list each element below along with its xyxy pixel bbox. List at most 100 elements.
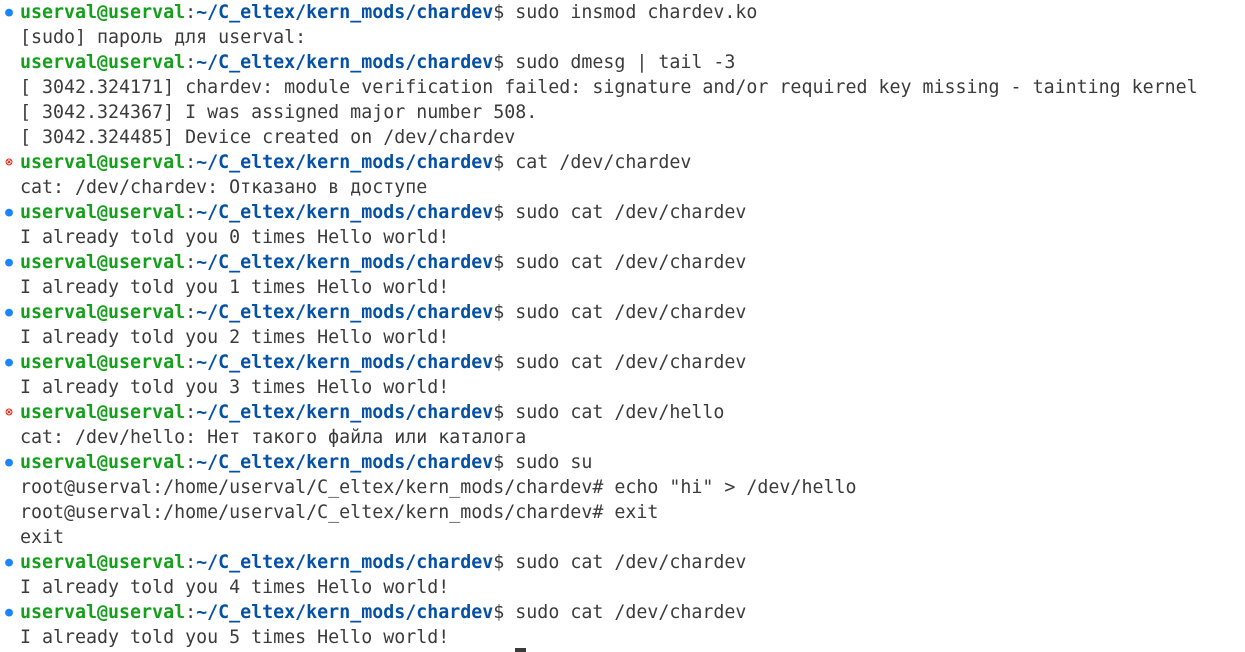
command-success-icon[interactable]: ● [2, 300, 16, 325]
prompt-path: ~/C_eltex/kern_mods/chardev [196, 402, 494, 423]
prompt-path: ~/C_eltex/kern_mods/chardev [196, 452, 494, 473]
prompt-line: ● userval@userval:~/C_eltex/kern_mods/cha… [0, 200, 1245, 225]
prompt-separator: : [185, 252, 197, 273]
prompt-separator: : [185, 52, 197, 73]
output-line: exit [0, 525, 1245, 550]
prompt-separator: : [185, 552, 197, 573]
prompt-separator: : [185, 602, 197, 623]
prompt-dollar: $ [493, 452, 516, 473]
output-line: I already told you 3 times Hello world! [0, 375, 1245, 400]
prompt-separator: : [185, 152, 197, 173]
prompt-user-host: userval@userval [20, 452, 186, 473]
prompt-user-host: userval@userval [20, 302, 186, 323]
command-text: cat /dev/chardev [515, 152, 692, 173]
prompt-dollar: $ [493, 602, 516, 623]
command-text: sudo cat /dev/chardev [515, 202, 747, 223]
command-text: sudo cat /dev/chardev [515, 602, 747, 623]
prompt-dollar: $ [493, 152, 516, 173]
prompt-dollar: $ [493, 552, 516, 573]
prompt-line: ● userval@userval:~/C_eltex/kern_mods/cha… [0, 250, 1245, 275]
prompt-dollar: $ [493, 52, 516, 73]
prompt-user-host: userval@userval [20, 552, 186, 573]
output-text: I already told you 1 times Hello world! [20, 277, 450, 298]
output-text: [ 3042.324485] Device created on /dev/ch… [20, 127, 516, 148]
command-text: sudo cat /dev/hello [515, 402, 725, 423]
prompt-dollar: $ [493, 202, 516, 223]
output-line: I already told you 0 times Hello world! [0, 225, 1245, 250]
output-line: I already told you 2 times Hello world! [0, 325, 1245, 350]
output-line: [ 3042.324367] I was assigned major numb… [0, 100, 1245, 125]
command-success-icon[interactable]: ● [2, 450, 16, 475]
prompt-dollar: $ [493, 2, 516, 23]
prompt-line: userval@userval:~/C_eltex/kern_mods/char… [0, 50, 1245, 75]
prompt-separator: : [185, 302, 197, 323]
prompt-line: ● userval@userval:~/C_eltex/kern_mods/cha… [0, 0, 1245, 25]
prompt-dollar: $ [493, 402, 516, 423]
command-text: sudo insmod chardev.ko [515, 2, 758, 23]
command-error-icon[interactable]: ⊗ [2, 150, 16, 175]
output-text: I already told you 4 times Hello world! [20, 577, 450, 598]
command-success-icon[interactable]: ● [2, 350, 16, 375]
prompt-dollar: $ [493, 352, 516, 373]
output-text: cat: /dev/hello: Нет такого файла или ка… [20, 427, 527, 448]
output-line: cat: /dev/hello: Нет такого файла или ка… [0, 425, 1245, 450]
output-line: cat: /dev/chardev: Отказано в доступе [0, 175, 1245, 200]
prompt-user-host: userval@userval [20, 152, 186, 173]
output-text: I already told you 0 times Hello world! [20, 227, 450, 248]
output-text: [ 3042.324367] I was assigned major numb… [20, 102, 538, 123]
prompt-separator: : [185, 2, 197, 23]
prompt-path: ~/C_eltex/kern_mods/chardev [196, 152, 494, 173]
prompt-path: ~/C_eltex/kern_mods/chardev [196, 602, 494, 623]
prompt-path: ~/C_eltex/kern_mods/chardev [196, 302, 494, 323]
prompt-line: ● userval@userval:~/C_eltex/kern_mods/cha… [0, 450, 1245, 475]
command-text: sudo cat /dev/chardev [515, 352, 747, 373]
prompt-line: ● userval@userval:~/C_eltex/kern_mods/cha… [0, 550, 1245, 575]
output-line: [ 3042.324485] Device created on /dev/ch… [0, 125, 1245, 150]
command-success-icon[interactable]: ● [2, 0, 16, 25]
prompt-separator: : [185, 352, 197, 373]
output-text: [ 3042.324171] chardev: module verificat… [20, 77, 1198, 98]
output-line: [sudo] пароль для userval: [0, 25, 1245, 50]
prompt-user-host: userval@userval [20, 402, 186, 423]
prompt-path: ~/C_eltex/kern_mods/chardev [196, 2, 494, 23]
prompt-user-host: userval@userval [20, 602, 186, 623]
prompt-line: ● userval@userval:~/C_eltex/kern_mods/cha… [0, 300, 1245, 325]
prompt-path: ~/C_eltex/kern_mods/chardev [196, 552, 494, 573]
command-success-icon[interactable]: ● [2, 200, 16, 225]
prompt-user-host: userval@userval [20, 2, 186, 23]
output-line: I already told you 4 times Hello world! [0, 575, 1245, 600]
prompt-user-host: userval@userval [20, 52, 186, 73]
command-text: sudo cat /dev/chardev [515, 552, 747, 573]
command-text: sudo dmesg | tail -3 [515, 52, 736, 73]
prompt-user-host: userval@userval [20, 252, 186, 273]
output-text: cat: /dev/chardev: Отказано в доступе [20, 177, 428, 198]
prompt-path: ~/C_eltex/kern_mods/chardev [196, 252, 494, 273]
command-text: sudo cat /dev/chardev [515, 302, 747, 323]
output-text: [sudo] пароль для userval: [20, 27, 307, 48]
prompt-line: ● userval@userval:~/C_eltex/kern_mods/cha… [0, 350, 1245, 375]
output-text: I already told you 2 times Hello world! [20, 327, 450, 348]
output-text: I already told you 5 times Hello world! [20, 627, 450, 648]
command-text: sudo su [515, 452, 593, 473]
output-line: I already told you 5 times Hello world! [0, 625, 1245, 650]
terminal-output: ● userval@userval:~/C_eltex/kern_mods/cha… [0, 0, 1245, 650]
prompt-separator: : [185, 402, 197, 423]
prompt-user-host: userval@userval [20, 352, 186, 373]
prompt-path: ~/C_eltex/kern_mods/chardev [196, 52, 494, 73]
output-text: exit [20, 527, 65, 548]
output-line: root@userval:/home/userval/C_eltex/kern_… [0, 500, 1245, 525]
prompt-dollar: $ [493, 252, 516, 273]
command-success-icon[interactable]: ● [2, 550, 16, 575]
prompt-line: ● userval@userval:~/C_eltex/kern_mods/cha… [0, 600, 1245, 625]
prompt-path: ~/C_eltex/kern_mods/chardev [196, 202, 494, 223]
terminal-window[interactable]: ● userval@userval:~/C_eltex/kern_mods/cha… [0, 0, 1245, 652]
command-error-icon[interactable]: ⊗ [2, 400, 16, 425]
output-line: root@userval:/home/userval/C_eltex/kern_… [0, 475, 1245, 500]
output-text: root@userval:/home/userval/C_eltex/kern_… [20, 502, 659, 523]
output-text: I already told you 3 times Hello world! [20, 377, 450, 398]
prompt-separator: : [185, 452, 197, 473]
command-success-icon[interactable]: ● [2, 600, 16, 625]
command-text: sudo cat /dev/chardev [515, 252, 747, 273]
command-success-icon[interactable]: ● [2, 250, 16, 275]
output-line: [ 3042.324171] chardev: module verificat… [0, 75, 1245, 100]
